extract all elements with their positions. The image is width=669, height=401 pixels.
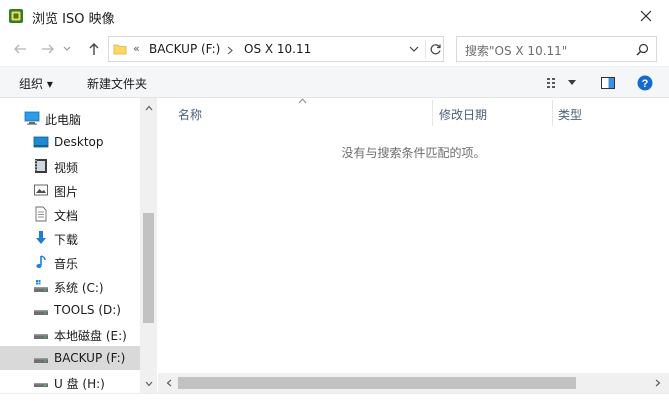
breadcrumb-backup[interactable]: BACKUP (F:) — [149, 42, 220, 56]
sort-ascending-icon — [298, 98, 307, 104]
sidebar-item-label: TOOLS (D:) — [54, 303, 121, 317]
sidebar-item-label: 图片 — [54, 185, 79, 199]
address-dropdown-button[interactable] — [406, 41, 422, 57]
sidebar-item-label: 视频 — [54, 161, 79, 175]
sidebar-item-label: 音乐 — [54, 257, 79, 271]
arrow-left-icon — [14, 44, 26, 54]
scroll-right-arrow-icon[interactable] — [652, 377, 664, 389]
app-icon — [9, 9, 23, 23]
chevron-down-icon — [63, 46, 71, 51]
svg-text:?: ? — [642, 78, 649, 90]
video-folder-icon — [35, 159, 47, 173]
music-folder-icon — [36, 255, 46, 268]
sidebar-item-music[interactable]: 音乐 — [0, 250, 140, 274]
chevron-down-icon[interactable] — [567, 79, 577, 87]
computer-icon — [24, 111, 40, 125]
sidebar-item-label: 本地磁盘 (E:) — [54, 329, 127, 343]
scrollbar-thumb[interactable] — [178, 377, 576, 389]
sidebar-item-usb-h[interactable]: U 盘 (H:) — [0, 370, 140, 394]
column-header-modified[interactable]: 修改日期 — [433, 98, 552, 126]
view-options-icon[interactable] — [545, 75, 561, 91]
command-toolbar: 组织 ▾ 新建文件夹 ? — [0, 66, 669, 98]
drive-icon — [34, 334, 48, 339]
preview-pane-icon[interactable] — [600, 75, 616, 91]
search-placeholder: 搜索"OS X 10.11" — [465, 44, 568, 58]
help-icon[interactable]: ? — [637, 75, 653, 91]
usb-drive-icon — [34, 383, 48, 387]
address-bar[interactable]: « BACKUP (F:) OS X 10.11 — [108, 36, 444, 62]
sidebar-item-label: 此电脑 — [45, 113, 82, 127]
column-header-label: 修改日期 — [439, 108, 488, 122]
column-header-label: 类型 — [558, 108, 583, 122]
sidebar-item-tools-d[interactable]: TOOLS (D:) — [0, 298, 140, 322]
address-row: « BACKUP (F:) OS X 10.11 搜索"OS X 10.11" — [0, 32, 669, 66]
sidebar-item-label: 系统 (C:) — [54, 281, 104, 295]
close-icon — [640, 10, 652, 22]
horizontal-scrollbar[interactable] — [158, 373, 669, 393]
close-button[interactable] — [623, 0, 669, 32]
scroll-left-arrow-icon[interactable] — [163, 377, 175, 389]
sidebar-item-documents[interactable]: 文档 — [0, 202, 140, 226]
sidebar-item-label: Desktop — [54, 135, 104, 149]
search-input[interactable]: 搜索"OS X 10.11" — [456, 36, 657, 62]
documents-folder-icon — [35, 206, 47, 222]
scroll-down-arrow-icon[interactable] — [143, 378, 154, 389]
sidebar-item-downloads[interactable]: 下载 — [0, 226, 140, 250]
drive-icon — [34, 358, 48, 363]
column-header-type[interactable]: 类型 — [553, 98, 669, 126]
empty-results-message: 没有与搜索条件匹配的项。 — [341, 146, 486, 160]
new-folder-button[interactable]: 新建文件夹 — [87, 75, 147, 92]
column-header-label: 名称 — [178, 108, 203, 122]
file-list-pane: 名称 修改日期 类型 没有与搜索条件匹配的项。 — [158, 98, 669, 373]
sidebar-item-pictures[interactable]: 图片 — [0, 178, 140, 202]
system-drive-icon — [34, 280, 48, 292]
refresh-icon — [430, 43, 441, 54]
back-button[interactable] — [10, 39, 30, 59]
breadcrumb-overflow[interactable]: « — [133, 42, 140, 55]
sidebar-item-this-pc[interactable]: 此电脑 — [0, 106, 140, 130]
title-bar: 浏览 ISO 映像 — [0, 0, 669, 32]
footer-strip — [0, 393, 669, 401]
sidebar-item-backup-f[interactable]: BACKUP (F:) — [0, 346, 140, 370]
sidebar-item-local-e[interactable]: 本地磁盘 (E:) — [0, 322, 140, 346]
scroll-up-arrow-icon[interactable] — [143, 102, 154, 113]
desktop-folder-icon — [33, 136, 49, 148]
navigation-pane: 此电脑 Desktop 视频 图片 文档 下载 音乐 系统 (C:) TOOLS… — [0, 98, 157, 393]
chevron-right-icon — [227, 46, 233, 55]
sidebar-item-label: 下载 — [54, 233, 79, 247]
forward-button[interactable] — [38, 39, 58, 59]
pictures-folder-icon — [34, 184, 48, 196]
chevron-down-icon — [409, 46, 419, 52]
breadcrumb-osx[interactable]: OS X 10.11 — [244, 42, 311, 56]
divider — [425, 40, 426, 58]
downloads-folder-icon — [36, 231, 46, 244]
sidebar-item-system-c[interactable]: 系统 (C:) — [0, 274, 140, 298]
sidebar-item-label: U 盘 (H:) — [54, 377, 105, 391]
arrow-up-icon — [89, 43, 99, 55]
sidebar-item-label: 文档 — [54, 209, 79, 223]
sidebar-scrollbar[interactable] — [140, 98, 157, 393]
up-button[interactable] — [84, 39, 104, 59]
sidebar-item-videos[interactable]: 视频 — [0, 154, 140, 178]
recent-locations-button[interactable] — [61, 39, 73, 59]
window-title: 浏览 ISO 映像 — [32, 12, 115, 27]
scrollbar-thumb[interactable] — [143, 213, 154, 323]
search-icon — [636, 43, 649, 56]
refresh-button[interactable] — [427, 40, 443, 58]
organize-button[interactable]: 组织 ▾ — [19, 75, 53, 92]
arrow-right-icon — [42, 44, 54, 54]
sidebar-item-label: BACKUP (F:) — [54, 351, 126, 365]
drive-icon — [34, 310, 48, 315]
column-header-name[interactable]: 名称 — [158, 98, 432, 126]
sidebar-item-desktop[interactable]: Desktop — [0, 130, 140, 154]
folder-icon — [113, 44, 127, 55]
